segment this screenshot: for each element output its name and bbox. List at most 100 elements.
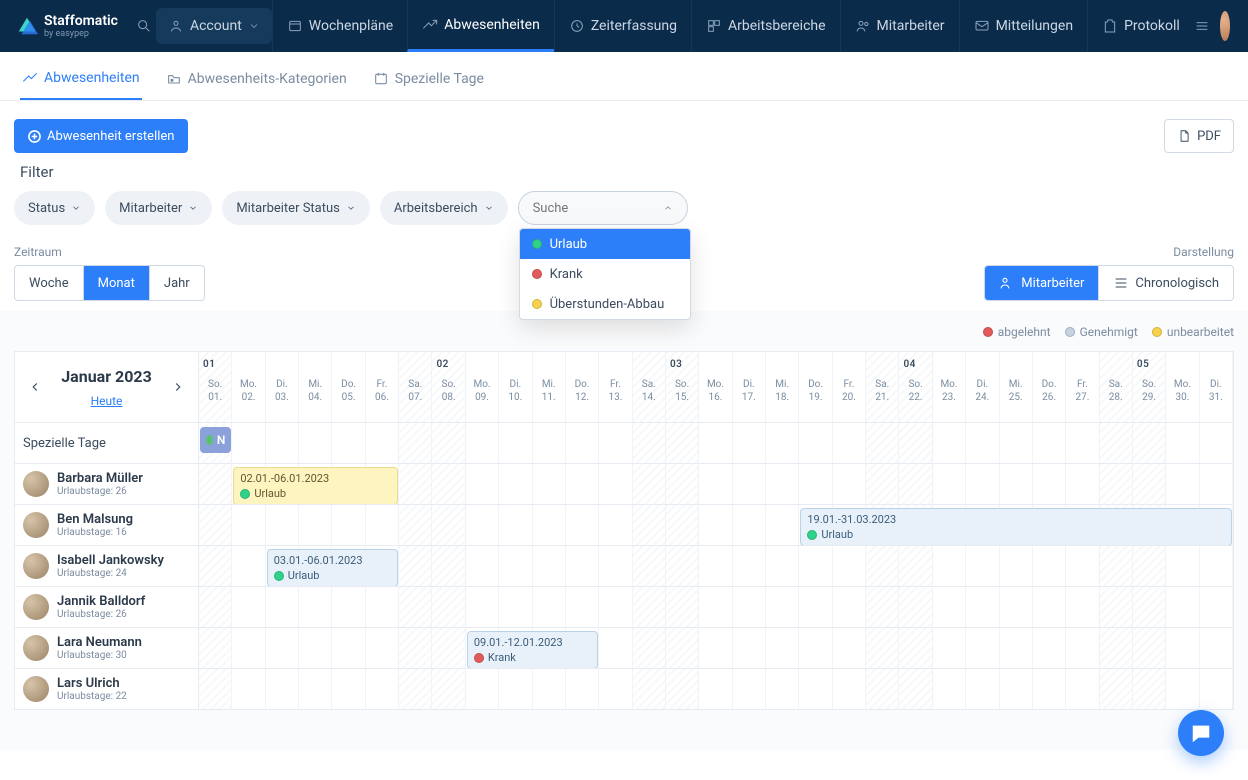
nav-mitarbeiter[interactable]: Mitarbeiter <box>840 0 959 52</box>
subtab-0[interactable]: Abwesenheiten <box>20 70 142 100</box>
day-header: Di.17. <box>733 352 766 422</box>
day-header: Sa.07. <box>399 352 432 422</box>
global-search-button[interactable] <box>136 8 152 44</box>
day-header: 01So.01. <box>199 352 232 422</box>
user-avatar[interactable] <box>1220 11 1230 41</box>
chevron-down-icon <box>248 20 260 32</box>
logo-icon <box>16 15 38 37</box>
today-link[interactable]: Heute <box>91 394 123 408</box>
zr-monat[interactable]: Monat <box>83 266 149 300</box>
nav-icon <box>706 18 722 34</box>
top-navbar: Staffomatic by easypep Account Wochenplä… <box>0 0 1248 52</box>
next-month[interactable] <box>166 375 190 399</box>
day-header: Sa.28. <box>1100 352 1133 422</box>
filter-status[interactable]: Status <box>14 191 95 225</box>
day-header: Di.31. <box>1200 352 1233 422</box>
absence-event[interactable]: 03.01.-06.01.2023 Urlaub <box>267 549 398 587</box>
day-header: Di.10. <box>499 352 532 422</box>
prev-month[interactable] <box>23 375 47 399</box>
employee-row: Lars Ulrich Urlaubstage: 22 <box>15 668 1233 709</box>
absence-event[interactable]: 19.01.-31.03.2023 Urlaub <box>800 508 1232 546</box>
filter-mitarbeiter[interactable]: Mitarbeiter <box>105 191 212 225</box>
special-day-event[interactable]: N <box>200 427 231 453</box>
employee-row: Jannik Balldorf Urlaubstage: 26 <box>15 586 1233 627</box>
user-icon <box>168 18 184 34</box>
day-header: 03So.15. <box>666 352 699 422</box>
plus-icon <box>28 130 41 143</box>
day-header: Sa.14. <box>633 352 666 422</box>
day-header: Do.19. <box>799 352 832 422</box>
sub-tabs: Abwesenheiten Abwesenheits-Kategorien Spez… <box>0 52 1248 101</box>
nav-protokoll[interactable]: Protokoll <box>1087 0 1194 52</box>
export-pdf-button[interactable]: PDF <box>1164 119 1234 153</box>
nav-abwesenheiten[interactable]: Abwesenheiten <box>407 0 554 52</box>
day-header: Fr.13. <box>599 352 632 422</box>
day-header: Di.03. <box>266 352 299 422</box>
dropdown-option[interactable]: Krank <box>520 259 690 289</box>
absence-event[interactable]: 09.01.-12.01.2023 Krank <box>467 631 598 669</box>
toolbar: Abwesenheit erstellen PDF <box>0 101 1248 163</box>
dr-mitarbeiter[interactable]: Mitarbeiter <box>985 266 1098 300</box>
nav-zeiterfassung[interactable]: Zeiterfassung <box>554 0 691 52</box>
employee-days: Urlaubstage: 16 <box>57 527 133 538</box>
brand-text: Staffomatic <box>44 14 118 28</box>
account-switcher[interactable]: Account <box>156 8 272 44</box>
filter-heading: Filter <box>0 163 1248 191</box>
filter-arbeitsbereich[interactable]: Arbeitsbereich <box>380 191 508 225</box>
day-header: Mi.04. <box>299 352 332 422</box>
absence-event[interactable]: 02.01.-06.01.2023 Urlaub <box>233 467 398 505</box>
nav-mitteilungen[interactable]: Mitteilungen <box>959 0 1088 52</box>
day-header: Di.24. <box>966 352 999 422</box>
subtab-2[interactable]: Spezielle Tage <box>371 70 486 100</box>
zr-woche[interactable]: Woche <box>15 266 83 300</box>
day-header: 02So.08. <box>432 352 465 422</box>
day-header: Mi.18. <box>766 352 799 422</box>
nav-icon <box>287 18 303 34</box>
subtab-1[interactable]: Abwesenheits-Kategorien <box>164 70 349 100</box>
legend-unbearbeitet: unbearbeitet <box>1167 325 1234 339</box>
nav-arbeitsbereiche[interactable]: Arbeitsbereiche <box>691 0 840 52</box>
nav-icon <box>569 18 585 34</box>
chevron-right-icon <box>171 380 185 394</box>
zr-jahr[interactable]: Jahr <box>149 266 204 300</box>
filter-category-search[interactable]: UrlaubKrankÜberstunden-Abbau <box>518 191 688 225</box>
employee-days: Urlaubstage: 24 <box>57 568 164 579</box>
day-header: Do.12. <box>566 352 599 422</box>
chevron-down-icon <box>484 203 494 213</box>
subtab-icon <box>373 71 389 87</box>
filter-mitarbeiter-status[interactable]: Mitarbeiter Status <box>222 191 370 225</box>
employee-days: Urlaubstage: 26 <box>57 609 145 620</box>
legend-abgelehnt: abgelehnt <box>998 325 1051 339</box>
chat-icon <box>1190 722 1212 744</box>
employee-row: Lara Neumann Urlaubstage: 30 09.01.-12.0… <box>15 627 1233 668</box>
month-label: Januar 2023 <box>61 367 152 386</box>
category-search-input[interactable] <box>533 201 633 216</box>
chevron-down-icon <box>346 203 356 213</box>
day-header: Mo.09. <box>466 352 499 422</box>
menu-icon <box>1194 18 1210 34</box>
chevron-down-icon <box>71 203 81 213</box>
seg-icon <box>999 275 1015 291</box>
dropdown-option[interactable]: Urlaub <box>520 229 690 259</box>
employee-days: Urlaubstage: 26 <box>57 486 143 497</box>
dr-chronologisch[interactable]: Chronologisch <box>1098 266 1233 300</box>
category-dropdown: UrlaubKrankÜberstunden-Abbau <box>519 228 691 320</box>
export-pdf-label: PDF <box>1197 129 1221 144</box>
day-header: Mo.16. <box>699 352 732 422</box>
employee-avatar <box>23 471 49 497</box>
employee-row: Barbara Müller Urlaubstage: 26 02.01.-06… <box>15 463 1233 504</box>
employee-name: Jannik Balldorf <box>57 594 145 609</box>
zeitraum-group: WocheMonatJahr <box>14 265 205 301</box>
chat-button[interactable] <box>1178 710 1224 756</box>
nav-icon <box>855 18 871 34</box>
create-absence-button[interactable]: Abwesenheit erstellen <box>14 119 188 153</box>
day-header: Mo.23. <box>933 352 966 422</box>
darstellung-group: MitarbeiterChronologisch <box>984 265 1234 301</box>
day-header: Fr.20. <box>833 352 866 422</box>
dropdown-option[interactable]: Überstunden-Abbau <box>520 289 690 319</box>
employee-days: Urlaubstage: 30 <box>57 650 142 661</box>
menu-button[interactable] <box>1194 8 1210 44</box>
nav-wochenpläne[interactable]: Wochenpläne <box>272 0 407 52</box>
day-header: 05So.29. <box>1133 352 1166 422</box>
employee-row: Ben Malsung Urlaubstage: 16 19.01.-31.03… <box>15 504 1233 545</box>
